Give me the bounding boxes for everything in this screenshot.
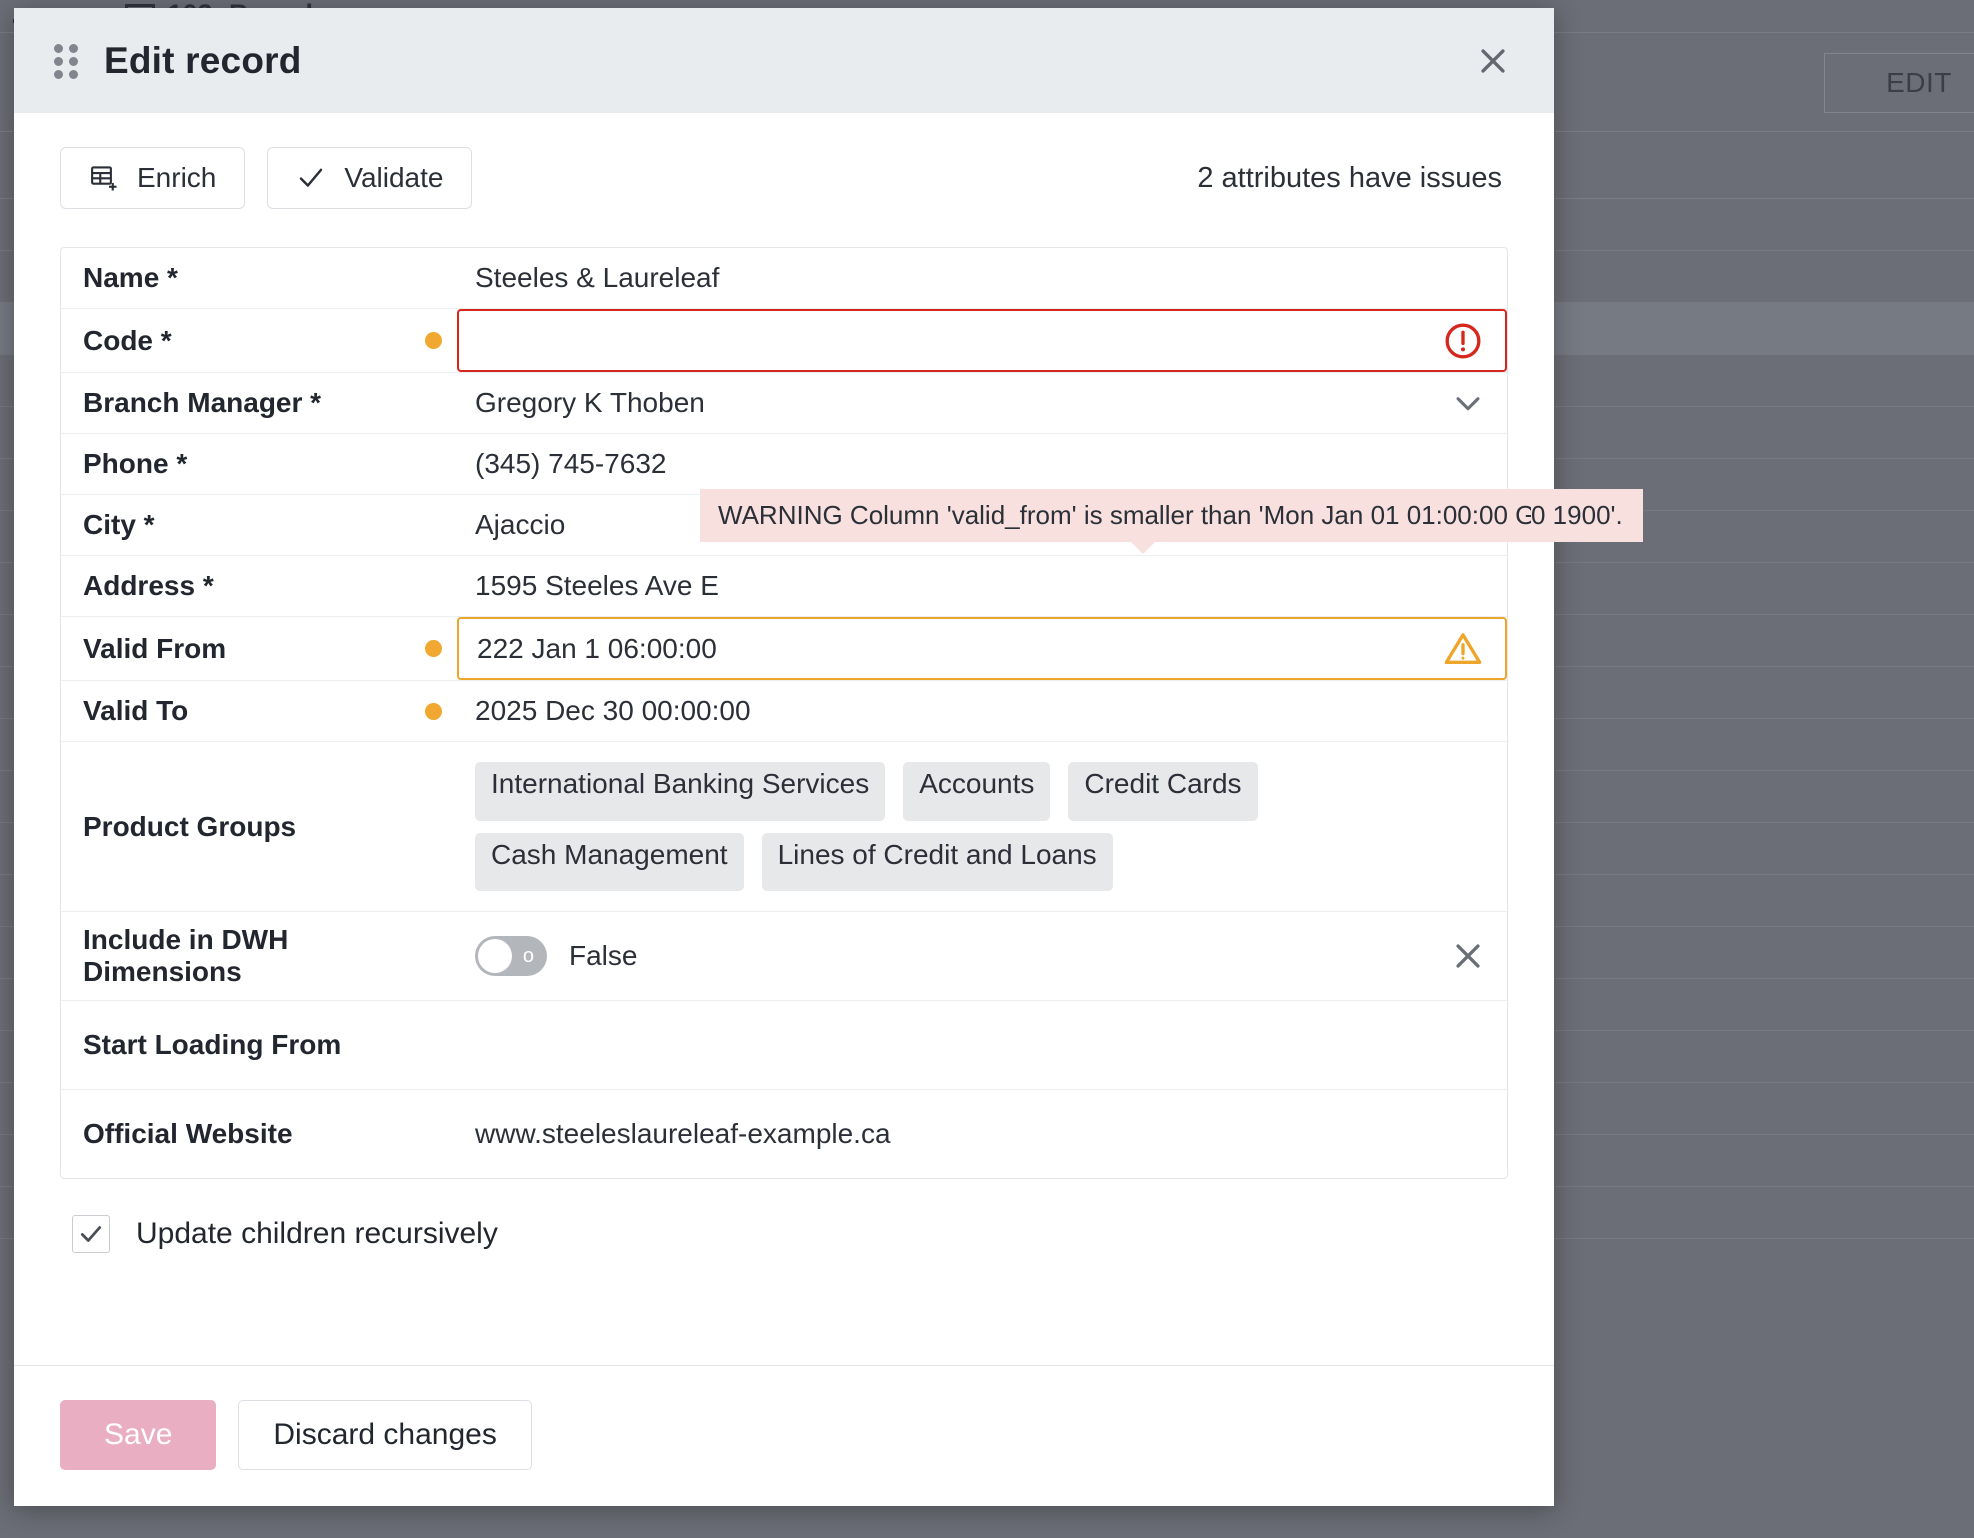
check-icon bbox=[80, 1226, 102, 1242]
drag-handle-icon[interactable] bbox=[54, 43, 78, 79]
modified-indicator-slot bbox=[409, 495, 457, 555]
background-edit-button[interactable]: EDIT bbox=[1824, 53, 1974, 113]
field-value-include-dwh: o False bbox=[457, 912, 1507, 1000]
modified-indicator-slot bbox=[409, 309, 457, 372]
field-label: Name * bbox=[83, 262, 178, 293]
warning-icon bbox=[1444, 632, 1482, 664]
field-value-official-website[interactable]: www.steeleslaureleaf-example.ca bbox=[457, 1090, 1507, 1178]
product-group-chip[interactable]: Accounts bbox=[903, 762, 1051, 821]
enrich-table-icon bbox=[91, 166, 117, 191]
dialog-action-row: Enrich Validate 2 attributes have issues bbox=[60, 147, 1508, 209]
field-text: Ajaccio bbox=[475, 509, 566, 540]
discard-changes-button[interactable]: Discard changes bbox=[238, 1400, 532, 1470]
toggle-knob bbox=[478, 939, 512, 973]
check-icon bbox=[300, 168, 323, 187]
attributes-table: Name * Steeles & Laureleaf Code * Branch… bbox=[60, 247, 1508, 1179]
modified-indicator-slot bbox=[409, 742, 457, 911]
dialog-title: Edit record bbox=[104, 39, 302, 81]
dialog-footer: Save Discard changes bbox=[14, 1365, 1554, 1506]
product-group-chip[interactable]: Credit Cards bbox=[1068, 762, 1258, 821]
field-row-branch-manager: Branch Manager * Gregory K Thoben bbox=[61, 373, 1507, 434]
dialog-body: Enrich Validate 2 attributes have issues… bbox=[14, 113, 1554, 1365]
field-label: Valid From bbox=[83, 632, 227, 664]
warning-tooltip-overflow: 0 1900'. bbox=[1531, 489, 1643, 542]
modified-dot-icon bbox=[424, 702, 442, 720]
modified-dot-icon bbox=[424, 332, 442, 349]
modified-indicator-slot bbox=[409, 434, 457, 494]
field-row-code: Code * bbox=[61, 309, 1507, 373]
toggle-group: o False bbox=[475, 936, 637, 976]
edit-record-dialog: Edit record Enrich Validate 2 attributes… bbox=[14, 8, 1554, 1506]
modified-indicator-slot bbox=[409, 912, 457, 1000]
field-row-product-groups: Product Groups International Banking Ser… bbox=[61, 742, 1507, 912]
field-value-branch-manager[interactable]: Gregory K Thoben bbox=[457, 373, 1507, 433]
field-value-valid-to[interactable]: 2025 Dec 30 00:00:00 bbox=[457, 681, 1507, 741]
modified-indicator-slot bbox=[409, 373, 457, 433]
modified-indicator-slot bbox=[409, 556, 457, 616]
enrich-button[interactable]: Enrich bbox=[60, 147, 246, 209]
field-label: Code * bbox=[83, 324, 172, 356]
field-row-valid-from: Valid From 222 Jan 1 06:00:00 bbox=[61, 617, 1507, 681]
field-value-name[interactable]: Steeles & Laureleaf bbox=[457, 248, 1507, 308]
modified-indicator-slot bbox=[409, 1090, 457, 1178]
field-row-include-dwh: Include in DWH Dimensions o False bbox=[61, 912, 1507, 1001]
include-dwh-toggle[interactable]: o bbox=[475, 936, 547, 976]
field-value-code[interactable] bbox=[457, 309, 1507, 372]
modified-indicator-slot bbox=[409, 1001, 457, 1089]
field-label: Start Loading From bbox=[83, 1029, 342, 1060]
field-row-name: Name * Steeles & Laureleaf bbox=[61, 248, 1507, 309]
field-value-valid-from[interactable]: 222 Jan 1 06:00:00 bbox=[457, 617, 1507, 680]
modified-indicator-slot bbox=[409, 617, 457, 680]
field-label: Official Website bbox=[83, 1118, 293, 1149]
field-label: Product Groups bbox=[83, 810, 297, 842]
field-label: Phone * bbox=[83, 448, 188, 479]
chevron-down-icon[interactable] bbox=[1451, 386, 1485, 420]
enrich-button-label: Enrich bbox=[137, 162, 217, 193]
validate-button[interactable]: Validate bbox=[267, 147, 473, 209]
field-text: Gregory K Thoben bbox=[475, 387, 705, 418]
field-label: Address * bbox=[83, 570, 214, 601]
warning-tooltip-text: WARNING Column 'valid_from' is smaller t… bbox=[718, 500, 1618, 530]
validate-button-label: Validate bbox=[344, 162, 444, 193]
product-groups-chip-list[interactable]: International Banking Services Accounts Cr… bbox=[457, 742, 1457, 911]
product-group-chip[interactable]: Lines of Credit and Loans bbox=[761, 832, 1113, 891]
warning-tooltip-text-tail: 0 1900'. bbox=[1531, 500, 1623, 530]
field-value-phone[interactable]: (345) 745-7632 bbox=[457, 434, 1507, 494]
field-value-start-loading-from[interactable] bbox=[457, 1001, 1507, 1089]
field-value-address[interactable]: 1595 Steeles Ave E bbox=[457, 556, 1507, 616]
field-label: Branch Manager * bbox=[83, 387, 322, 418]
field-label: Include in DWH Dimensions bbox=[83, 924, 289, 987]
modified-dot-icon bbox=[424, 640, 442, 657]
field-row-address: Address * 1595 Steeles Ave E bbox=[61, 556, 1507, 617]
close-icon[interactable] bbox=[1466, 34, 1520, 88]
update-children-checkbox[interactable] bbox=[72, 1215, 110, 1253]
field-label: City * bbox=[83, 509, 155, 540]
modified-indicator-slot bbox=[409, 681, 457, 741]
field-text: 222 Jan 1 06:00:00 bbox=[477, 632, 717, 664]
save-button[interactable]: Save bbox=[60, 1400, 217, 1470]
warning-tooltip-arrow bbox=[1130, 541, 1156, 554]
field-row-official-website: Official Website www.steeleslaureleaf-ex… bbox=[61, 1090, 1507, 1178]
clear-value-close-icon[interactable] bbox=[1451, 939, 1485, 973]
product-group-chip[interactable]: Cash Management bbox=[475, 832, 744, 891]
field-row-start-loading-from: Start Loading From bbox=[61, 1001, 1507, 1090]
update-children-row: Update children recursively bbox=[60, 1179, 1508, 1291]
field-row-phone: Phone * (345) 745-7632 bbox=[61, 434, 1507, 495]
modified-indicator-slot bbox=[409, 248, 457, 308]
product-group-chip[interactable]: International Banking Services bbox=[475, 762, 886, 821]
warning-tooltip: WARNING Column 'valid_from' is smaller t… bbox=[700, 489, 1617, 542]
toggle-value-label: False bbox=[569, 940, 638, 971]
update-children-label: Update children recursively bbox=[136, 1217, 498, 1250]
toggle-off-glyph: o bbox=[522, 945, 534, 967]
issue-summary: 2 attributes have issues bbox=[1197, 161, 1502, 194]
field-row-valid-to: Valid To 2025 Dec 30 00:00:00 bbox=[61, 681, 1507, 742]
error-icon bbox=[1445, 323, 1481, 358]
field-label: Valid To bbox=[83, 695, 189, 726]
dialog-header: Edit record bbox=[14, 8, 1554, 113]
